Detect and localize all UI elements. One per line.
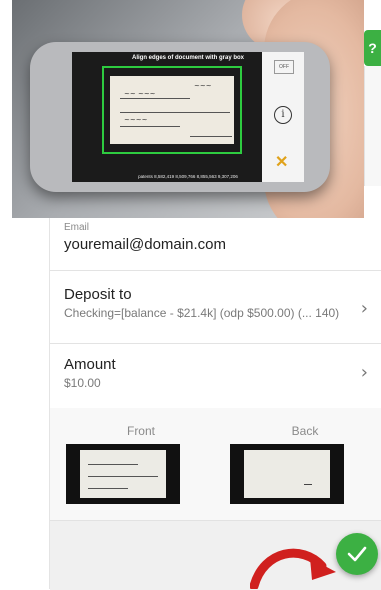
close-icon[interactable]: ✕: [275, 152, 288, 172]
submit-deposit-button[interactable]: [336, 533, 378, 575]
help-button[interactable]: ?: [364, 30, 381, 66]
info-icon[interactable]: i: [274, 106, 292, 124]
amount-title: Amount: [64, 356, 116, 373]
divider: [50, 343, 381, 344]
amount-value: $10.00: [64, 376, 101, 390]
front-check-thumbnail[interactable]: [66, 444, 180, 504]
deposit-to-title: Deposit to: [64, 286, 132, 303]
phone-device: Align edges of document with gray box ~~…: [30, 42, 330, 192]
curved-arrow-icon: [250, 548, 336, 589]
front-image-column: Front: [66, 408, 216, 438]
divider: [50, 270, 381, 271]
check-image: ~~ ~~~ ~~~ ~~~~: [110, 76, 234, 144]
back-label: Back: [291, 424, 319, 438]
flash-toggle-button[interactable]: OFF: [274, 60, 294, 74]
check-images-section: Front Back: [50, 408, 381, 520]
chevron-right-icon: ›: [360, 362, 368, 383]
amount-selector[interactable]: Amount $10.00 ›: [64, 356, 372, 396]
deposit-to-selector[interactable]: Deposit to Checking=[balance - $21.4k] (…: [64, 286, 372, 342]
camera-capture-photo: Align edges of document with gray box ~~…: [12, 0, 364, 218]
back-check-thumbnail[interactable]: [230, 444, 344, 504]
camera-controls: OFF i ✕: [262, 52, 304, 182]
deposit-form: Email youremail@domain.com Deposit to Ch…: [49, 218, 381, 590]
email-field[interactable]: Email youremail@domain.com: [64, 222, 372, 253]
checkmark-icon: [347, 546, 367, 562]
front-label: Front: [126, 424, 155, 438]
email-label: Email: [64, 222, 90, 233]
camera-screen: Align edges of document with gray box ~~…: [72, 52, 304, 182]
help-panel-edge: [364, 66, 381, 186]
back-image-column: Back: [230, 408, 380, 438]
chevron-right-icon: ›: [360, 298, 368, 319]
document-alignment-box: ~~ ~~~ ~~~ ~~~~: [102, 66, 242, 154]
email-value: youremail@domain.com: [64, 236, 226, 253]
deposit-to-account: Checking=[balance - $21.4k] (odp $500.00…: [64, 306, 340, 320]
